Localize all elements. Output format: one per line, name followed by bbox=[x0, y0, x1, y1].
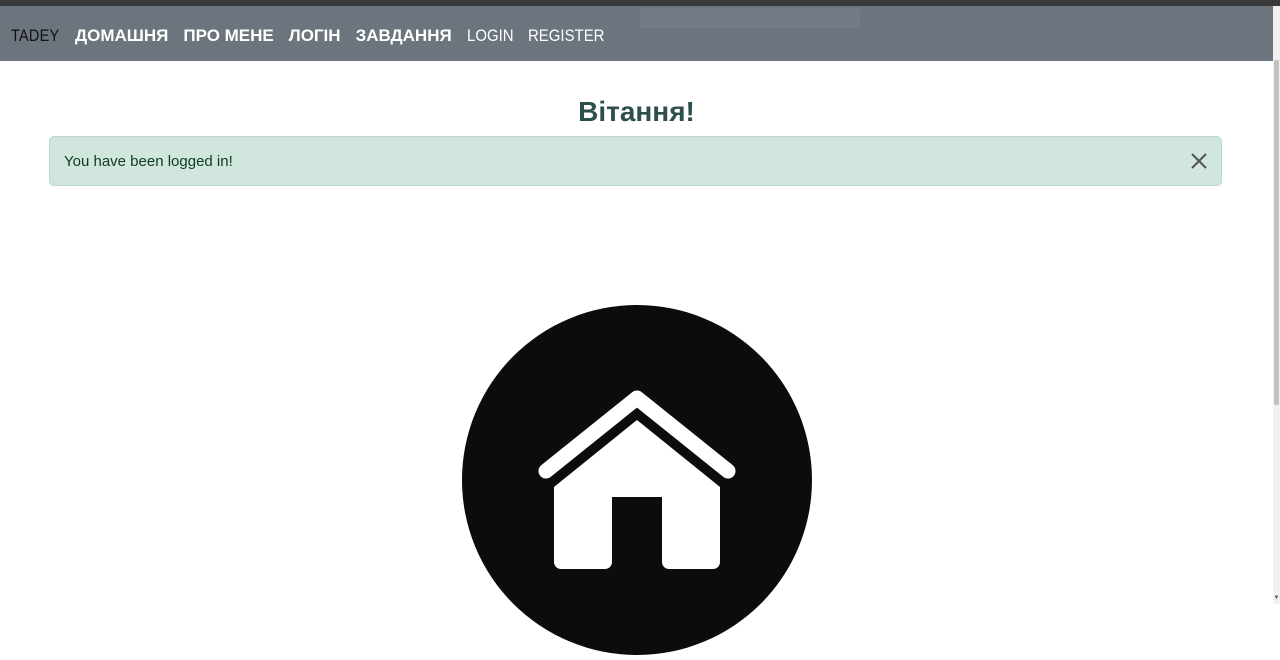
nav-link-home[interactable]: ДОМАШНЯ bbox=[75, 26, 168, 46]
nav-link-login[interactable]: LOGIN bbox=[467, 26, 514, 46]
success-alert: You have been logged in! bbox=[49, 136, 1222, 186]
scrollbar-thumb[interactable] bbox=[1274, 60, 1279, 405]
nav-link-register[interactable]: REGISTER bbox=[528, 26, 604, 46]
navbar-brand[interactable]: TADEY bbox=[11, 26, 55, 46]
page-title: Вітання! bbox=[0, 96, 1273, 128]
home-icon bbox=[462, 305, 812, 655]
alert-message: You have been logged in! bbox=[64, 153, 233, 170]
ghost-overlay-bar bbox=[640, 8, 860, 28]
nav-link-login-ua[interactable]: ЛОГІН bbox=[289, 26, 341, 46]
nav-links: ДОМАШНЯ ПРО МЕНЕ ЛОГІН ЗАВДАННЯ LOGIN RE… bbox=[75, 26, 623, 46]
scroll-down-arrow-icon[interactable]: ▼ bbox=[1273, 594, 1280, 602]
nav-link-about[interactable]: ПРО МЕНЕ bbox=[183, 26, 273, 46]
navbar: TADEY ДОМАШНЯ ПРО МЕНЕ ЛОГІН ЗАВДАННЯ LO… bbox=[0, 6, 1273, 61]
nav-link-tasks[interactable]: ЗАВДАННЯ bbox=[356, 26, 452, 46]
close-icon[interactable] bbox=[1189, 151, 1209, 171]
